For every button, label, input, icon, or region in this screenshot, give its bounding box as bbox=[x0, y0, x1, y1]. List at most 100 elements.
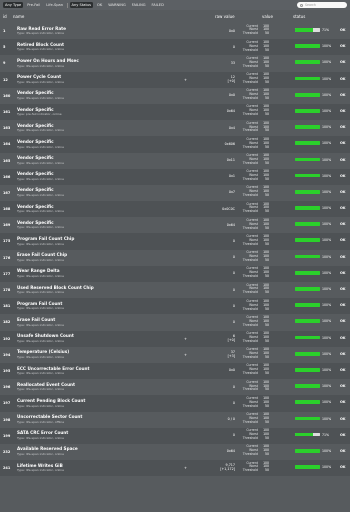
table-row[interactable]: 167 Vendor Specific Type: life-span indica… bbox=[0, 185, 350, 201]
table-row[interactable]: 161 Vendor Specific Type: pre-fail indicat… bbox=[0, 103, 350, 121]
table-row[interactable]: 9 Power On Hours and Msec Type: life-span … bbox=[0, 55, 350, 71]
table-row[interactable]: 177 Wear Range Delta Type: life-span indic… bbox=[0, 265, 350, 282]
status-badge: OK bbox=[340, 416, 346, 421]
threshold-value: 50 bbox=[265, 387, 269, 392]
threshold-label: Threshold bbox=[242, 209, 258, 214]
threshold-value: 50 bbox=[265, 419, 269, 424]
table-row[interactable]: 199 SATA CRC Error Count Type: life-span i… bbox=[0, 427, 350, 444]
table-row[interactable]: 182 Erase Fail Count Type: life-span indic… bbox=[0, 314, 350, 330]
attribute-name: Vendor Specific bbox=[17, 138, 54, 144]
table-row[interactable]: 160 Vendor Specific Type: life-span indica… bbox=[0, 88, 350, 104]
attribute-type: Type: life-span indicator, online bbox=[17, 176, 64, 181]
table-row[interactable]: 192 Unsafe Shutdown Count Type: life-span … bbox=[0, 330, 350, 347]
attribute-type: Type: life-span indicator, online bbox=[17, 452, 64, 457]
health-percent: 100% bbox=[322, 270, 332, 275]
table-row[interactable]: 176 Erase Fail Count Chip Type: life-span … bbox=[0, 250, 350, 266]
attribute-id: 167 bbox=[3, 190, 11, 195]
table-row[interactable]: 164 Vendor Specific Type: life-span indica… bbox=[0, 136, 350, 153]
health-progress-bar bbox=[295, 141, 320, 146]
threshold-value: 50 bbox=[265, 452, 269, 457]
table-header: id name raw value value status bbox=[0, 12, 350, 22]
threshold-value: 50 bbox=[265, 63, 269, 68]
attribute-name: Unsafe Shutdown Count bbox=[17, 333, 74, 339]
column-header-status[interactable]: status bbox=[293, 14, 305, 19]
attribute-type: Type: life-span indicator, online bbox=[17, 338, 64, 343]
health-progress-fill bbox=[295, 157, 320, 162]
table-row[interactable]: 169 Vendor Specific Type: life-span indica… bbox=[0, 217, 350, 233]
health-progress-bar bbox=[295, 351, 320, 356]
value-block: Current 100 Worst 100 Threshold 50 bbox=[238, 153, 269, 166]
threshold-value: 50 bbox=[265, 290, 269, 295]
threshold-label: Threshold bbox=[242, 371, 258, 376]
filter-warning[interactable]: WARNING bbox=[106, 2, 128, 8]
threshold-value: 50 bbox=[265, 274, 269, 279]
table-row[interactable]: 163 Vendor Specific Type: life-span indica… bbox=[0, 120, 350, 136]
column-header-raw-value[interactable]: raw value bbox=[215, 14, 235, 19]
table-row[interactable]: 165 Vendor Specific Type: life-span indica… bbox=[0, 153, 350, 169]
table-row[interactable]: 178 Used Reserved Block Count Chip Type: l… bbox=[0, 282, 350, 298]
health-progress-bar bbox=[295, 60, 320, 65]
attribute-name: Raw Read Error Rate bbox=[17, 25, 67, 31]
attribute-name: Uncorrectable Sector Count bbox=[17, 414, 83, 420]
search-box[interactable] bbox=[297, 2, 347, 8]
table-row[interactable]: 241 Lifetime Writes GiB Type: life-span in… bbox=[0, 460, 350, 477]
attribute-id: 166 bbox=[3, 174, 11, 179]
status-badge: OK bbox=[340, 351, 346, 356]
table-row[interactable]: 181 Program Fail Count Type: life-span ind… bbox=[0, 298, 350, 315]
table-row[interactable]: 12 Power Cycle Count Type: life-span indic… bbox=[0, 71, 350, 88]
table-row[interactable]: 198 Uncorrectable Sector Count Type: life-… bbox=[0, 412, 350, 428]
filter-any-status[interactable]: Any Status bbox=[69, 1, 94, 9]
raw-value: 12 [+0] bbox=[228, 75, 235, 83]
table-row[interactable]: 5 Retired Block Count Type: life-span indi… bbox=[0, 39, 350, 56]
table-row[interactable]: 196 Reallocated Event Count Type: life-spa… bbox=[0, 379, 350, 395]
filter-life-span[interactable]: Life-Span bbox=[44, 2, 65, 8]
health-percent: 100% bbox=[322, 400, 332, 405]
attribute-id: 9 bbox=[3, 61, 6, 66]
health-progress-fill bbox=[295, 303, 320, 307]
raw-value-delta: [+0] bbox=[227, 78, 235, 83]
health-progress-bar bbox=[295, 44, 320, 48]
table-row[interactable]: 197 Current Pending Block Count Type: life… bbox=[0, 395, 350, 412]
search-input[interactable] bbox=[305, 3, 345, 7]
column-header-id[interactable]: id bbox=[3, 14, 7, 19]
table-row[interactable]: 168 Vendor Specific Type: life-span indica… bbox=[0, 201, 350, 218]
health-percent: 100% bbox=[322, 60, 332, 65]
health-progress-bar bbox=[295, 92, 320, 97]
health-progress-fill bbox=[295, 319, 320, 324]
filter-failed[interactable]: FAILED bbox=[150, 2, 166, 8]
health-percent: 100% bbox=[322, 384, 332, 389]
attribute-name: Program Fail Count Chip bbox=[17, 236, 75, 242]
threshold-value: 50 bbox=[265, 31, 269, 36]
table-row[interactable]: 166 Vendor Specific Type: life-span indica… bbox=[0, 168, 350, 185]
health-percent: 100% bbox=[322, 254, 332, 259]
attribute-id: 161 bbox=[3, 109, 11, 114]
filter-pre-fail[interactable]: Pre-Fail bbox=[25, 2, 42, 8]
health-percent: 100% bbox=[322, 108, 332, 113]
column-header-value[interactable]: value bbox=[262, 14, 273, 19]
health-progress-bar bbox=[295, 125, 320, 129]
attribute-name: Vendor Specific bbox=[17, 90, 54, 96]
status-badge: OK bbox=[340, 141, 346, 146]
raw-value: 6 [+0] bbox=[228, 334, 235, 342]
attribute-id: 177 bbox=[3, 271, 11, 276]
table-row[interactable]: 195 ECC Uncorrectable Error Count Type: li… bbox=[0, 362, 350, 380]
table-row[interactable]: 194 Temperature (Celsius) Type: life-span … bbox=[0, 347, 350, 363]
value-block: Current 100 Worst 100 Threshold 50 bbox=[238, 347, 269, 360]
table-row[interactable]: 232 Available Reserved Space Type: life-sp… bbox=[0, 444, 350, 460]
threshold-value: 50 bbox=[265, 177, 269, 181]
filter-ok[interactable]: OK bbox=[95, 2, 104, 8]
column-header-name[interactable]: name bbox=[13, 14, 24, 19]
table-row[interactable]: 175 Program Fail Count Chip Type: life-spa… bbox=[0, 233, 350, 250]
threshold-value: 50 bbox=[265, 468, 269, 473]
health-percent: 100% bbox=[322, 367, 332, 372]
table-row[interactable]: 1 Raw Read Error Rate Type: life-span indi… bbox=[0, 23, 350, 39]
attribute-id: 164 bbox=[3, 142, 11, 147]
health-progress-fill bbox=[295, 465, 320, 469]
attribute-name: Power On Hours and Msec bbox=[17, 57, 79, 63]
health-progress-bar bbox=[295, 367, 320, 372]
filter-any-type[interactable]: Any Type bbox=[3, 1, 24, 9]
health-percent: 100% bbox=[322, 319, 332, 324]
health-progress-fill bbox=[295, 432, 313, 437]
health-progress-fill bbox=[295, 270, 320, 275]
filter-failing[interactable]: FAILING bbox=[130, 2, 148, 8]
